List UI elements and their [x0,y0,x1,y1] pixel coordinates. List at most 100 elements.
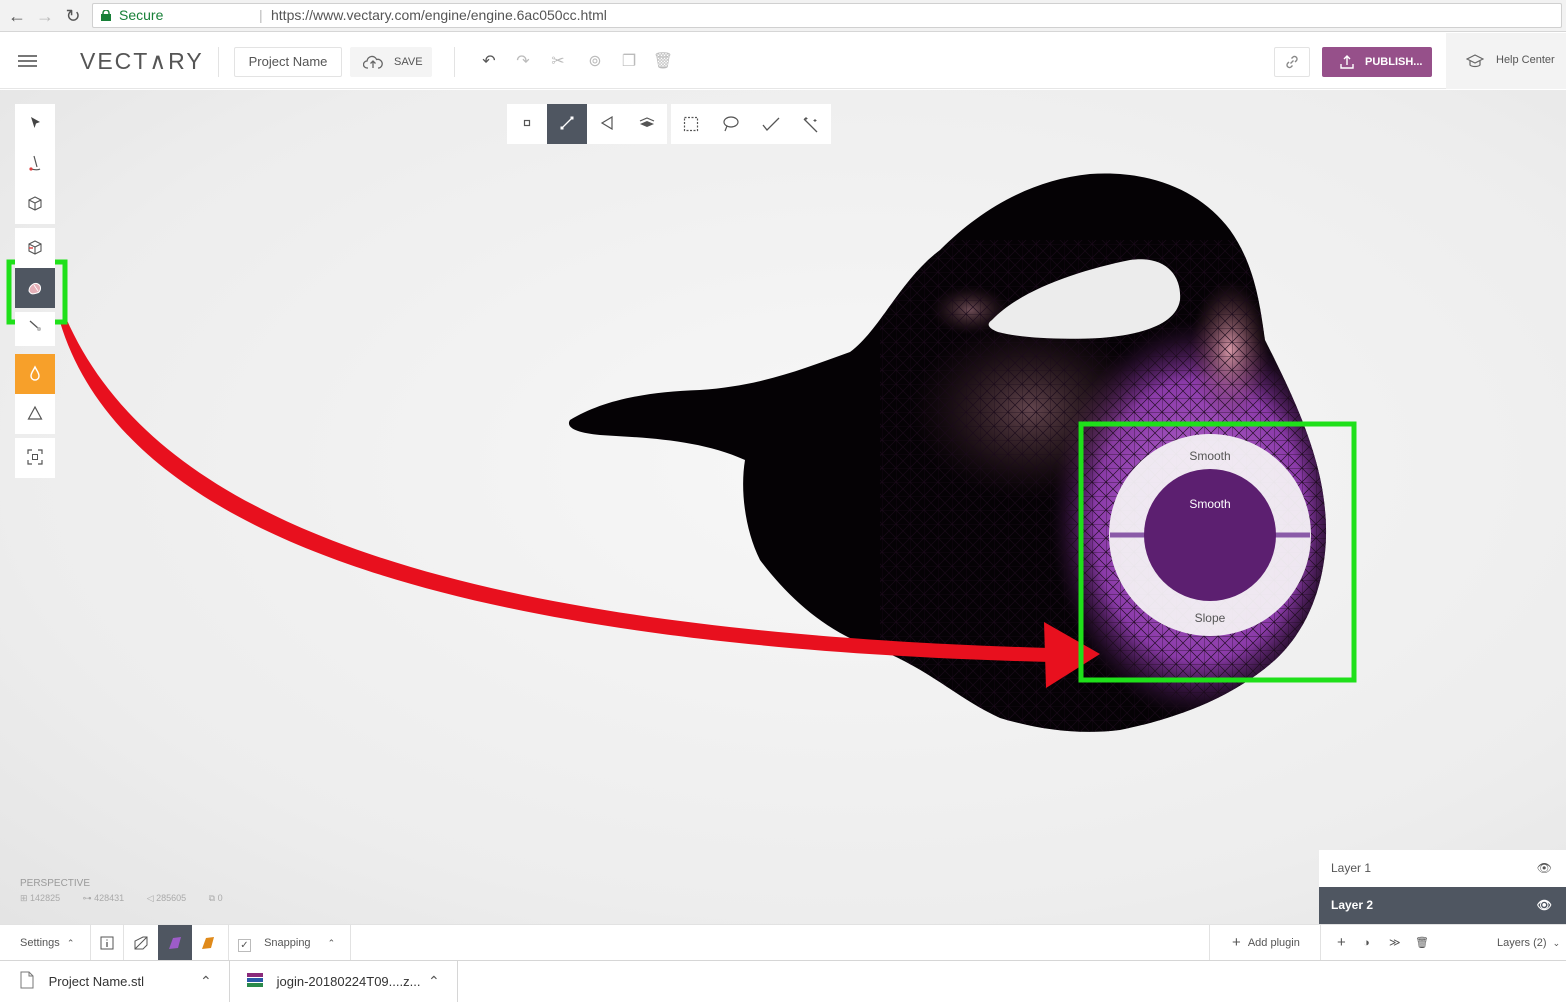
radial-center-label[interactable]: Smooth [1170,497,1250,511]
sculpt-brush-icon [28,283,41,295]
divider [454,47,455,77]
share-link-button[interactable] [1274,47,1310,77]
forward-icon[interactable]: → [34,5,56,27]
select-tool-button[interactable] [15,104,55,144]
light-tool-button[interactable] [15,394,55,434]
vertex-mode-button[interactable] [507,104,547,144]
eye-icon[interactable]: 👁 [1537,850,1552,887]
divider [229,961,230,1002]
extrude-cube-icon [28,240,42,255]
publish-button[interactable]: PUBLISH... [1322,47,1432,77]
modeling-tool-button[interactable] [15,228,55,268]
move-to-layer-icon[interactable]: ≫ [1389,925,1401,961]
pen-tool-button[interactable] [15,144,55,184]
redo-icon[interactable]: ↷ [512,51,534,73]
layer-label: Layer 2 [1331,898,1374,912]
lock-icon [101,10,111,21]
project-name-field[interactable]: Project Name [234,47,342,77]
address-bar[interactable]: Secure | https://www.vectary.com/engine/… [92,3,1562,28]
address-separator: | [259,7,263,23]
help-center-label: Help Center [1496,54,1555,66]
shaded-icon [169,937,181,949]
delete-icon[interactable]: 🗑 [652,51,674,73]
radial-menu-center[interactable] [1144,469,1276,601]
chevron-up-icon[interactable]: ⌃ [428,961,440,1001]
snapping-label: Snapping [264,937,311,949]
wireframe-view-button[interactable] [133,925,149,961]
radial-option-smooth[interactable]: Smooth [1170,449,1250,463]
droplet-icon [30,365,40,381]
divider [1320,925,1321,961]
copy-icon[interactable]: ⊚ [584,51,606,73]
divider [228,925,229,961]
magic-wand-icon [803,117,818,133]
downloads-bar: Project Name.stl ⌃ jogin-20180224T09....… [0,960,1566,1002]
mesh-stats: ⊞ 142825 ⊶ 428431 ◁ 285605 ⧉ 0 [20,893,243,904]
url-text: https://www.vectary.com/engine/engine.6a… [271,7,607,23]
eye-icon[interactable]: 👁 [1537,887,1552,924]
layer-label: Layer 1 [1331,861,1372,875]
back-icon[interactable]: ← [6,5,28,27]
chevron-up-icon: ⌃ [327,938,336,948]
download-filename: Project Name.stl [48,974,144,989]
deform-tool-button[interactable] [15,312,55,346]
graduation-cap-icon [1466,54,1484,68]
secure-label: Secure [119,7,164,23]
reload-icon[interactable]: ↻ [62,5,84,27]
fit-view-icon [27,449,43,465]
save-label: SAVE [394,56,423,68]
lasso-select-button[interactable] [711,104,751,144]
save-button[interactable]: SAVE [350,47,432,77]
info-button[interactable] [100,925,114,961]
undo-icon[interactable]: ↶ [478,51,500,73]
layer-item-2[interactable]: Layer 2 👁 [1319,887,1566,924]
material-tool-button[interactable] [15,354,55,394]
paint-select-button[interactable] [751,104,791,144]
add-plugin-button[interactable]: + Add plugin [1232,925,1300,961]
settings-menu[interactable]: Settings ⌃ [20,925,74,961]
wand-tool-icon [29,320,41,331]
help-center-link[interactable]: Help Center [1446,33,1566,89]
magic-select-button[interactable] [791,104,831,144]
vectary-logo: VECT∧RY [80,48,204,74]
layers-dropdown[interactable]: Layers (2) ⌄ [1497,925,1560,961]
snapping-toggle[interactable]: ✓ Snapping ⌃ [238,925,335,961]
3d-viewport[interactable]: Smooth Smooth Slope PERSPECTIVE ⊞ 142825… [0,90,1566,924]
chevron-up-icon[interactable]: ⌃ [200,961,212,1001]
add-layer-icon[interactable]: + [1337,925,1346,961]
divider [123,925,124,961]
edge-icon [560,116,574,130]
delete-layer-icon[interactable]: 🗑 [1415,925,1429,961]
shaded-view-button[interactable] [158,925,192,961]
chevron-down-icon: ⌄ [1552,938,1561,948]
merge-layer-icon[interactable]: ◑ [1363,925,1370,961]
brush-check-icon [762,117,780,131]
edge-mode-button[interactable] [547,104,587,144]
material-view-button[interactable] [200,925,216,961]
object-count: ⧉ 0 [208,893,223,903]
download-item[interactable]: Project Name.stl [20,961,144,1002]
vertex-count: ⊞ 142825 [20,893,61,903]
layers-stack-icon [639,117,655,127]
checkbox-icon[interactable]: ✓ [238,939,251,952]
divider [218,47,219,77]
radial-option-slope[interactable]: Slope [1170,611,1250,625]
settings-label: Settings [20,937,60,949]
hamburger-menu-icon[interactable] [18,55,37,68]
download-item[interactable]: jogin-20180224T09....z... [246,961,420,1002]
radial-menu[interactable] [1109,434,1311,636]
vertex-icon [523,119,531,127]
duplicate-icon[interactable]: ❐ [618,51,640,73]
sculpt-tool-button[interactable] [15,268,55,308]
face-mode-button[interactable] [587,104,627,144]
layers-panel: Layer 1 👁 Layer 2 👁 [1319,850,1566,924]
primitive-tool-button[interactable] [15,184,55,224]
layers-count-label: Layers (2) [1497,937,1547,949]
object-mode-button[interactable] [627,104,667,144]
plus-icon: + [1232,934,1241,951]
cut-icon[interactable]: ✂ [547,51,569,73]
bottom-toolbar: Settings ⌃ ✓ Snapping ⌃ + Add plugin + ◑… [0,924,1566,961]
box-select-button[interactable] [671,104,711,144]
layer-item-1[interactable]: Layer 1 👁 [1319,850,1566,887]
fit-view-button[interactable] [15,438,55,478]
